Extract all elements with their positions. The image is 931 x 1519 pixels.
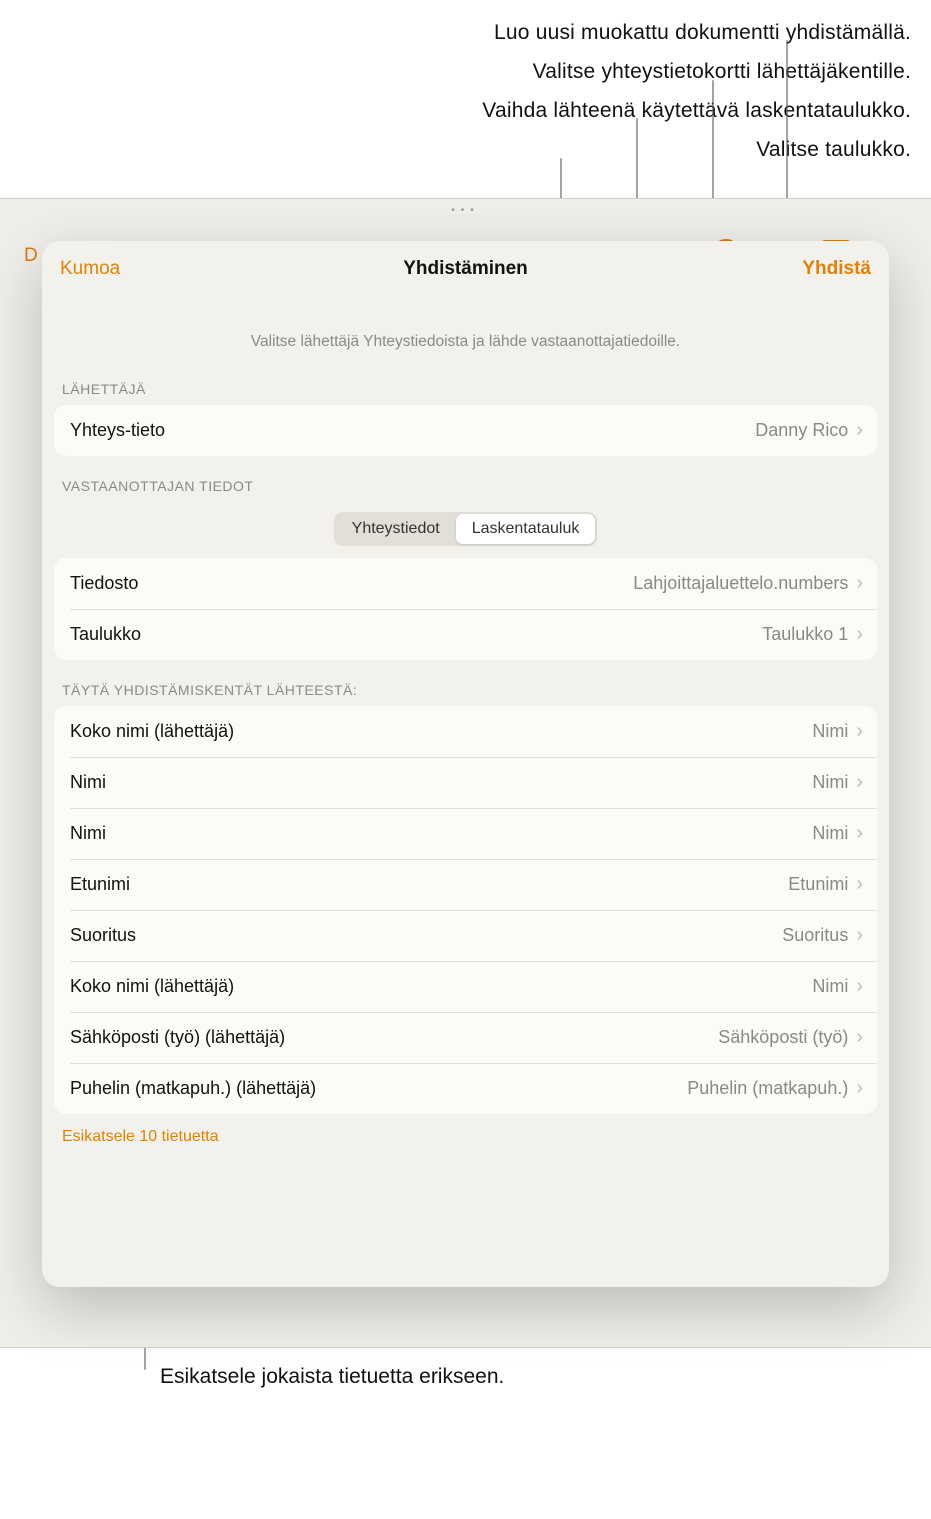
callout-merge: Luo uusi muokattu dokumentti yhdistämäll… — [0, 14, 911, 53]
field-value: Nimi — [812, 721, 848, 742]
table-row-value: Taulukko 1 — [762, 624, 848, 645]
source-segmented: Yhteystiedot Laskentatauluk — [334, 512, 598, 546]
preview-records-link[interactable]: Esikatsele 10 tietuetta — [42, 1114, 889, 1146]
from-row-value: Danny Rico — [755, 420, 848, 441]
field-value: Nimi — [812, 772, 848, 793]
field-label: Suoritus — [70, 925, 136, 946]
sheet-subtitle: Valitse lähettäjä Yhteystiedoista ja läh… — [42, 333, 889, 351]
back-documents-glimpse: D — [24, 245, 38, 267]
chevron-right-icon: › — [856, 1026, 863, 1049]
from-group: Yhteys-tieto Danny Rico › — [54, 405, 877, 456]
chevron-right-icon: › — [856, 873, 863, 896]
merge-field-row[interactable]: Etunimi Etunimi › — [54, 859, 877, 910]
merge-button[interactable]: Yhdistä — [802, 258, 871, 280]
chevron-right-icon: › — [856, 623, 863, 646]
field-value: Nimi — [812, 823, 848, 844]
fields-group: Koko nimi (lähettäjä)Nimi›NimiNimi›NimiN… — [54, 706, 877, 1114]
merge-field-row[interactable]: Puhelin (matkapuh.) (lähettäjä) Puhelin (… — [54, 1063, 877, 1114]
file-row-value: Lahjoittajaluettelo.numbers — [633, 573, 848, 594]
field-label: Puhelin (matkapuh.) (lähettäjä) — [70, 1078, 316, 1099]
section-from-label: LÄHETTÄJÄ — [42, 351, 889, 405]
field-label: Sähköposti (työ) (lähettäjä) — [70, 1027, 285, 1048]
chevron-right-icon: › — [856, 924, 863, 947]
chevron-right-icon: › — [856, 975, 863, 998]
field-value: Suoritus — [782, 925, 848, 946]
file-row[interactable]: Tiedosto Lahjoittajaluettelo.numbers › — [54, 558, 877, 609]
field-label: Etunimi — [70, 874, 130, 895]
section-populate-label: TÄYTÄ YHDISTÄMISKENTÄT LÄHTEESTÄ: — [42, 660, 889, 706]
merge-field-row[interactable]: Nimi Nimi › — [54, 808, 877, 859]
field-label: Koko nimi (lähettäjä) — [70, 721, 234, 742]
drag-handle-icon: ••• — [0, 205, 931, 216]
chevron-right-icon: › — [856, 572, 863, 595]
merge-field-row[interactable]: Sähköposti (työ) (lähettäjä) Sähköposti (… — [54, 1012, 877, 1063]
cancel-button[interactable]: Kumoa — [60, 258, 120, 280]
callout-table: Valitse taulukko. — [0, 131, 911, 170]
merge-field-row[interactable]: Koko nimi (lähettäjä) Nimi › — [54, 961, 877, 1012]
seg-spreadsheet[interactable]: Laskentatauluk — [456, 514, 596, 544]
from-row-label: Yhteys-tieto — [70, 420, 165, 441]
field-label: Nimi — [70, 823, 106, 844]
field-value: Sähköposti (työ) — [718, 1027, 848, 1048]
merge-field-row[interactable]: Koko nimi (lähettäjä) Nimi › — [54, 706, 877, 757]
merge-field-row[interactable]: Suoritus Suoritus › — [54, 910, 877, 961]
callout-sender: Valitse yhteystietokortti lähettäjäkenti… — [0, 53, 911, 92]
table-row-label: Taulukko — [70, 624, 141, 645]
chevron-right-icon: › — [856, 771, 863, 794]
chevron-right-icon: › — [856, 1077, 863, 1100]
callout-block: Luo uusi muokattu dokumentti yhdistämäll… — [0, 0, 931, 169]
merge-field-row[interactable]: Nimi Nimi › — [54, 757, 877, 808]
file-row-label: Tiedosto — [70, 573, 138, 594]
source-segmented-wrap: Yhteystiedot Laskentatauluk — [42, 512, 889, 546]
app-window: ••• D Kumoa Yhdistäminen Yhdistä Valitse… — [0, 198, 931, 1348]
from-contact-row[interactable]: Yhteys-tieto Danny Rico › — [54, 405, 877, 456]
field-label: Nimi — [70, 772, 106, 793]
section-recipient-label: VASTAANOTTAJAN TIEDOT — [42, 456, 889, 502]
field-label: Koko nimi (lähettäjä) — [70, 976, 234, 997]
callout-source: Vaihda lähteenä käytettävä laskentataulu… — [0, 92, 911, 131]
chevron-right-icon: › — [856, 720, 863, 743]
callout-preview: Esikatsele jokaista tietuetta erikseen. — [160, 1365, 504, 1389]
chevron-right-icon: › — [856, 822, 863, 845]
table-row[interactable]: Taulukko Taulukko 1 › — [54, 609, 877, 660]
chevron-right-icon: › — [856, 419, 863, 442]
field-value: Etunimi — [788, 874, 848, 895]
mail-merge-sheet: Kumoa Yhdistäminen Yhdistä Valitse lähet… — [42, 241, 889, 1287]
source-group: Tiedosto Lahjoittajaluettelo.numbers › T… — [54, 558, 877, 660]
field-value: Nimi — [812, 976, 848, 997]
seg-contacts[interactable]: Yhteystiedot — [336, 514, 456, 544]
sheet-header: Kumoa Yhdistäminen Yhdistä — [42, 241, 889, 297]
sheet-title: Yhdistäminen — [403, 258, 528, 280]
field-value: Puhelin (matkapuh.) — [687, 1078, 848, 1099]
